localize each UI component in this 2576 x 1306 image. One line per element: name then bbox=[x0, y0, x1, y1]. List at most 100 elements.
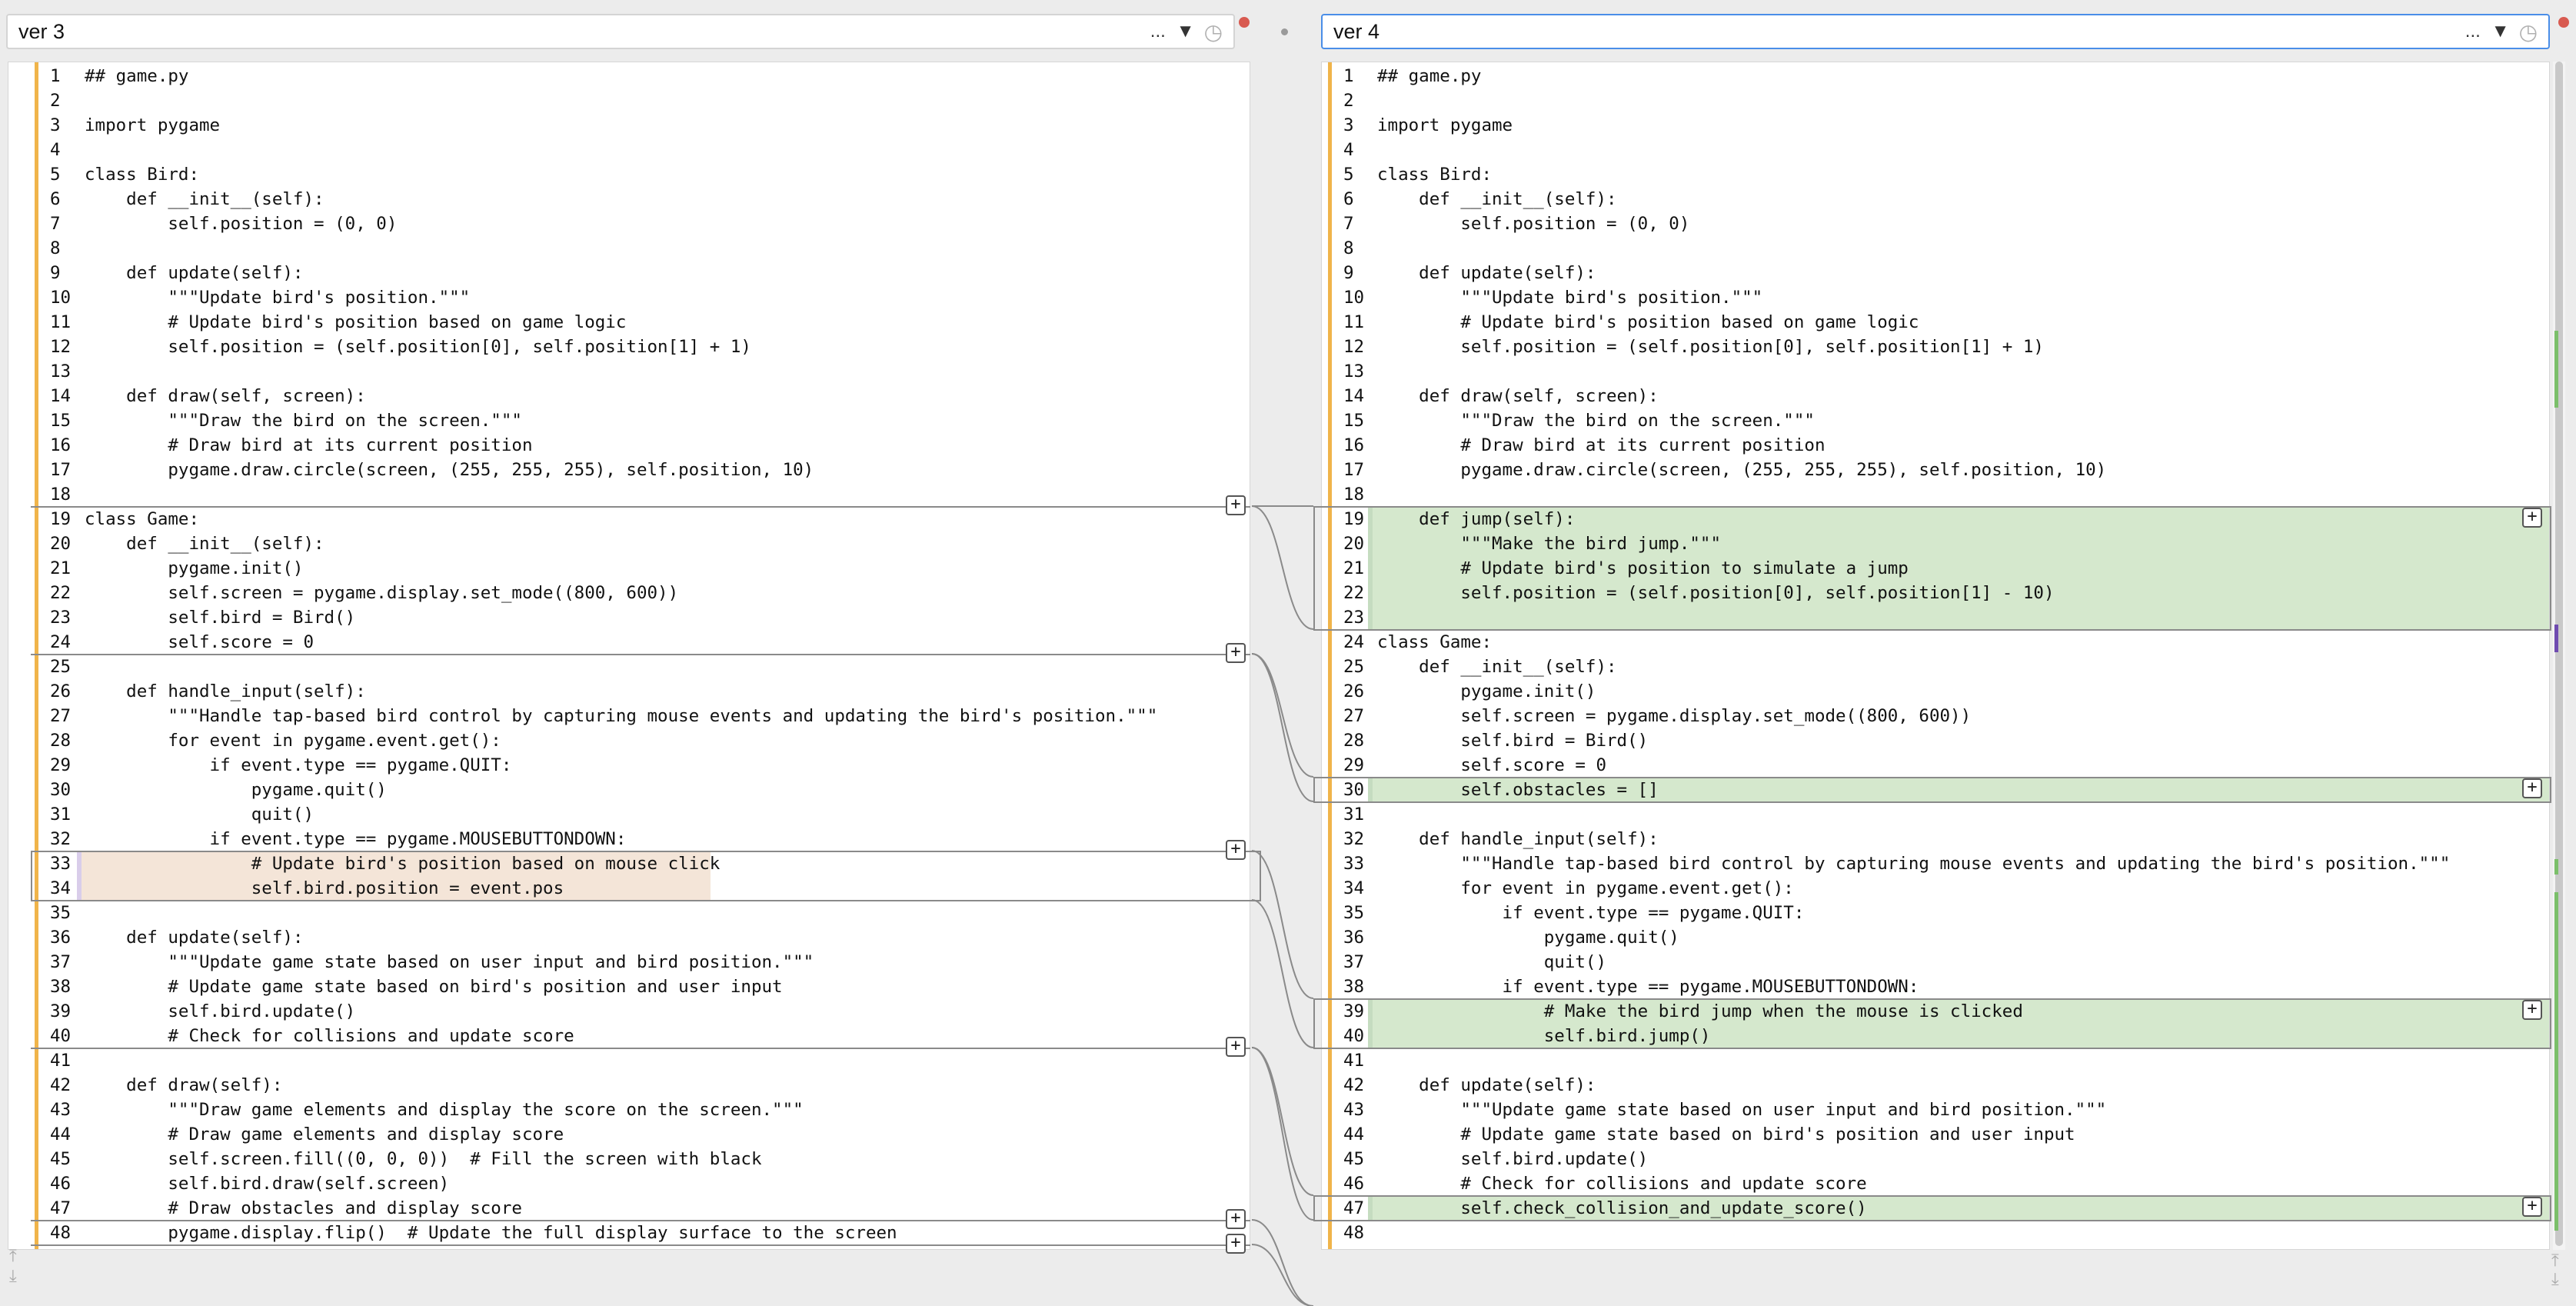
code-line[interactable]: 29 if event.type == pygame.QUIT: bbox=[8, 753, 1250, 778]
code-line[interactable]: 32 def handle_input(self): bbox=[1322, 827, 2549, 851]
code-line[interactable]: 15 """Draw the bird on the screen.""" bbox=[8, 408, 1250, 433]
code-line[interactable]: 10 """Update bird's position.""" bbox=[8, 285, 1250, 310]
code-line[interactable]: 4 bbox=[1322, 138, 2549, 162]
code-line[interactable]: 6 def __init__(self): bbox=[8, 187, 1250, 212]
code-line[interactable]: 36 def update(self): bbox=[8, 925, 1250, 950]
code-line[interactable]: 9 def update(self): bbox=[1322, 261, 2549, 285]
code-line[interactable]: 26 pygame.init() bbox=[1322, 679, 2549, 704]
code-line[interactable]: 43 """Update game state based on user in… bbox=[1322, 1098, 2549, 1122]
code-line[interactable]: 17 pygame.draw.circle(screen, (255, 255,… bbox=[8, 458, 1250, 482]
code-line[interactable]: 25 bbox=[8, 655, 1250, 679]
code-line[interactable]: 37 quit() bbox=[1322, 950, 2549, 975]
right-close-dot-icon[interactable] bbox=[2558, 17, 2569, 28]
code-line[interactable]: 1 ## game.py bbox=[8, 64, 1250, 88]
code-line[interactable]: 14 def draw(self, screen): bbox=[1322, 384, 2549, 408]
code-line[interactable]: 17 pygame.draw.circle(screen, (255, 255,… bbox=[1322, 458, 2549, 482]
code-line[interactable]: 45 self.bird.update() bbox=[1322, 1147, 2549, 1171]
code-line[interactable]: 42 def draw(self): bbox=[8, 1073, 1250, 1098]
scroll-up-arrow-icon[interactable]: ⤒ bbox=[2551, 1251, 2559, 1271]
code-line[interactable]: 39 self.bird.update() bbox=[8, 999, 1250, 1024]
code-line[interactable]: 47 # Draw obstacles and display score bbox=[8, 1196, 1250, 1221]
code-line[interactable]: 26 def handle_input(self): bbox=[8, 679, 1250, 704]
code-line[interactable]: 31 bbox=[1322, 802, 2549, 827]
code-line[interactable]: 13 bbox=[8, 359, 1250, 384]
code-line[interactable]: 34 for event in pygame.event.get(): bbox=[1322, 876, 2549, 901]
code-line[interactable]: 12 self.position = (self.position[0], se… bbox=[8, 335, 1250, 359]
right-code-editor[interactable]: 1 ## game.py 2 3 import pygame 4 5 class Bird: 6… bbox=[1321, 62, 2550, 1250]
code-line[interactable]: 43 """Draw game elements and display the… bbox=[8, 1098, 1250, 1122]
code-line[interactable]: 19 class Game: bbox=[8, 507, 1250, 531]
code-line[interactable]: 10 """Update bird's position.""" bbox=[1322, 285, 2549, 310]
code-line[interactable]: 46 self.bird.draw(self.screen) bbox=[8, 1171, 1250, 1196]
left-version-title-field[interactable]: ver 3 ... ▼ ◷ bbox=[6, 14, 1235, 49]
merge-add-button[interactable]: + bbox=[2522, 508, 2542, 528]
scroll-down-arrow-icon[interactable]: ⤓ bbox=[9, 1266, 17, 1286]
code-line[interactable]: 7 self.position = (0, 0) bbox=[8, 212, 1250, 236]
code-line[interactable]: 41 bbox=[1322, 1048, 2549, 1073]
code-line[interactable]: 8 bbox=[1322, 236, 2549, 261]
merge-add-button[interactable]: + bbox=[1226, 643, 1246, 663]
right-more-button[interactable]: ... bbox=[2465, 21, 2481, 42]
code-line[interactable]: 35 if event.type == pygame.QUIT: bbox=[1322, 901, 2549, 925]
code-line[interactable]: 33 """Handle tap-based bird control by c… bbox=[1322, 851, 2549, 876]
code-line[interactable]: 2 bbox=[8, 88, 1250, 113]
code-line[interactable]: 11 # Update bird's position based on gam… bbox=[8, 310, 1250, 335]
scroll-down-arrow-icon[interactable]: ⤓ bbox=[2551, 1269, 2559, 1289]
code-line[interactable]: 16 # Draw bird at its current position bbox=[1322, 433, 2549, 458]
code-line[interactable]: 46 # Check for collisions and update sco… bbox=[1322, 1171, 2549, 1196]
code-line[interactable]: 37 """Update game state based on user in… bbox=[8, 950, 1250, 975]
code-line[interactable]: 7 self.position = (0, 0) bbox=[1322, 212, 2549, 236]
code-line[interactable]: 38 if event.type == pygame.MOUSEBUTTONDO… bbox=[1322, 975, 2549, 999]
code-line[interactable]: 38 # Update game state based on bird's p… bbox=[8, 975, 1250, 999]
scroll-up-arrow-icon[interactable]: ⤒ bbox=[9, 1246, 17, 1266]
code-line[interactable]: 12 self.position = (self.position[0], se… bbox=[1322, 335, 2549, 359]
code-line[interactable]: 4 bbox=[8, 138, 1250, 162]
code-line[interactable]: 2 bbox=[1322, 88, 2549, 113]
code-line[interactable]: 27 self.screen = pygame.display.set_mode… bbox=[1322, 704, 2549, 728]
code-line[interactable]: 3 import pygame bbox=[1322, 113, 2549, 138]
code-line[interactable]: 20 def __init__(self): bbox=[8, 531, 1250, 556]
code-line[interactable]: 11 # Update bird's position based on gam… bbox=[1322, 310, 2549, 335]
merge-add-button[interactable]: + bbox=[1226, 1209, 1246, 1229]
code-line[interactable]: 31 quit() bbox=[8, 802, 1250, 827]
code-line[interactable]: 41 bbox=[8, 1048, 1250, 1073]
code-line[interactable]: 35 bbox=[8, 901, 1250, 925]
merge-add-button[interactable]: + bbox=[1226, 840, 1246, 860]
merge-add-button[interactable]: + bbox=[2522, 1197, 2542, 1217]
code-line[interactable]: 14 def draw(self, screen): bbox=[8, 384, 1250, 408]
right-dropdown-chevron-icon[interactable]: ▼ bbox=[2491, 21, 2510, 42]
code-line[interactable]: 44 # Draw game elements and display scor… bbox=[8, 1122, 1250, 1147]
left-dropdown-chevron-icon[interactable]: ▼ bbox=[1177, 21, 1195, 42]
code-line[interactable]: 22 self.screen = pygame.display.set_mode… bbox=[8, 581, 1250, 605]
code-line[interactable]: 5 class Bird: bbox=[1322, 162, 2549, 187]
code-line[interactable]: 44 # Update game state based on bird's p… bbox=[1322, 1122, 2549, 1147]
code-line[interactable]: 40 # Check for collisions and update sco… bbox=[8, 1024, 1250, 1048]
code-line[interactable]: 28 for event in pygame.event.get(): bbox=[8, 728, 1250, 753]
code-line[interactable]: 13 bbox=[1322, 359, 2549, 384]
code-line[interactable]: 48 pygame.display.flip() # Update the fu… bbox=[8, 1221, 1250, 1245]
code-line[interactable]: 15 """Draw the bird on the screen.""" bbox=[1322, 408, 2549, 433]
code-line[interactable]: 42 def update(self): bbox=[1322, 1073, 2549, 1098]
code-line[interactable]: 23 self.bird = Bird() bbox=[8, 605, 1250, 630]
code-line[interactable]: 25 def __init__(self): bbox=[1322, 655, 2549, 679]
code-line[interactable]: 48 bbox=[1322, 1221, 2549, 1245]
code-line[interactable]: 28 self.bird = Bird() bbox=[1322, 728, 2549, 753]
code-line[interactable]: 27 """Handle tap-based bird control by c… bbox=[8, 704, 1250, 728]
code-line[interactable]: 32 if event.type == pygame.MOUSEBUTTONDO… bbox=[8, 827, 1250, 851]
code-line[interactable]: 24 self.score = 0 bbox=[8, 630, 1250, 655]
code-line[interactable]: 16 # Draw bird at its current position bbox=[8, 433, 1250, 458]
code-line[interactable]: 18 bbox=[1322, 482, 2549, 507]
code-line[interactable]: 24 class Game: bbox=[1322, 630, 2549, 655]
code-line[interactable]: 9 def update(self): bbox=[8, 261, 1250, 285]
merge-add-button[interactable]: + bbox=[1226, 495, 1246, 515]
code-line[interactable]: 8 bbox=[8, 236, 1250, 261]
code-line[interactable]: 49 def draw(self): bbox=[1322, 1245, 2549, 1249]
left-close-dot-icon[interactable] bbox=[1239, 17, 1250, 28]
code-line[interactable]: 45 self.screen.fill((0, 0, 0)) # Fill th… bbox=[8, 1147, 1250, 1171]
right-version-title-field[interactable]: ver 4 ... ▼ ◷ bbox=[1321, 14, 2550, 49]
code-line[interactable]: 36 pygame.quit() bbox=[1322, 925, 2549, 950]
code-line[interactable]: 29 self.score = 0 bbox=[1322, 753, 2549, 778]
merge-add-button[interactable]: + bbox=[2522, 1000, 2542, 1020]
code-line[interactable]: 1 ## game.py bbox=[1322, 64, 2549, 88]
right-history-icon[interactable]: ◷ bbox=[2519, 19, 2538, 45]
